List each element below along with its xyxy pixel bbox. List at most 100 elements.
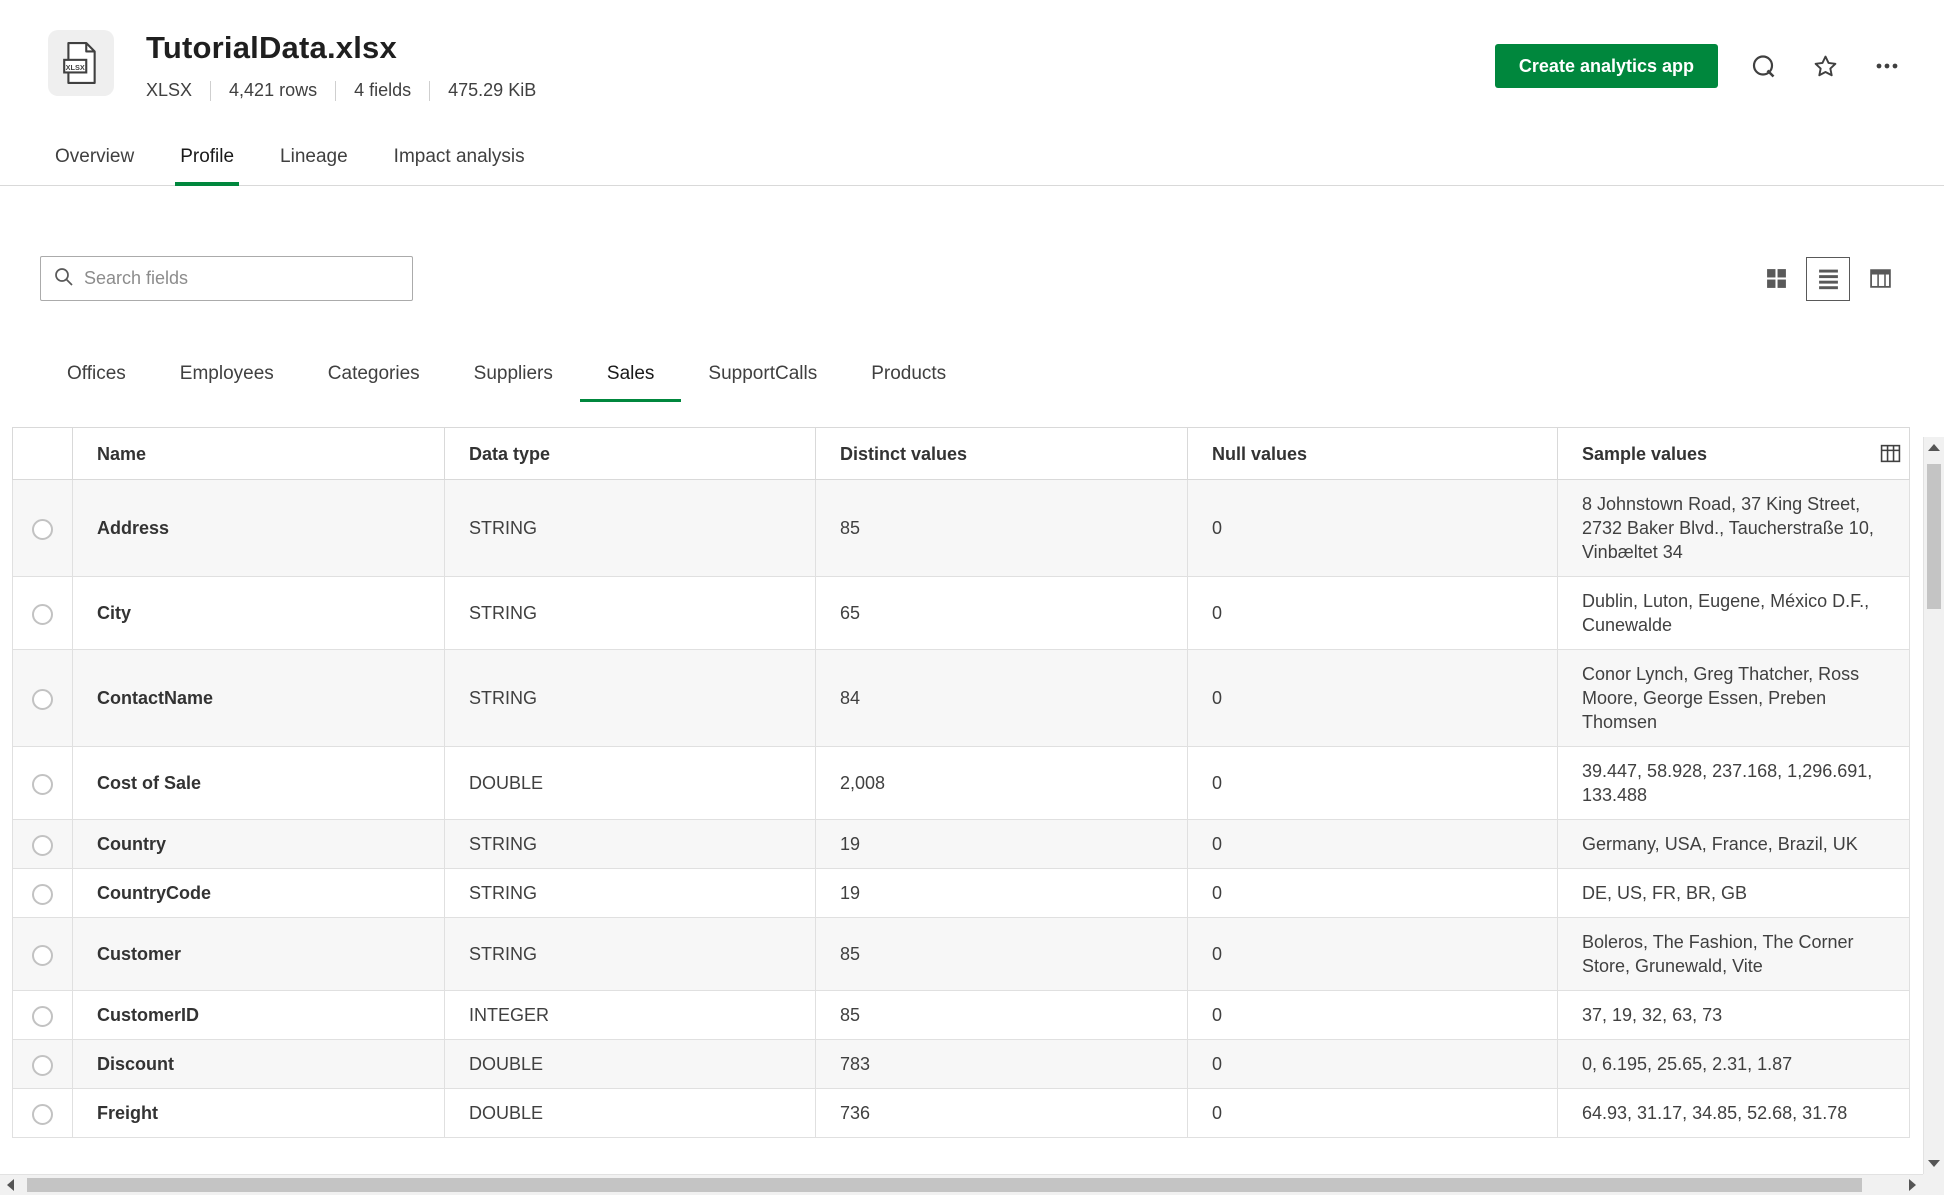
svg-text:XLSX: XLSX bbox=[66, 63, 85, 72]
field-null-values: 0 bbox=[1187, 819, 1558, 869]
vertical-scrollbar[interactable] bbox=[1923, 437, 1944, 1174]
scroll-right-arrow-icon[interactable] bbox=[1902, 1175, 1923, 1195]
field-null-values: 0 bbox=[1187, 576, 1558, 650]
table-view-icon[interactable] bbox=[1858, 257, 1902, 301]
row-select-radio[interactable] bbox=[32, 518, 53, 540]
fields-table-area: Name Data type Distinct values Null valu… bbox=[12, 427, 1910, 1138]
field-data-type: STRING bbox=[444, 576, 816, 650]
sheet-tab-sales[interactable]: Sales bbox=[579, 349, 682, 402]
field-name: City bbox=[72, 576, 445, 650]
row-select-radio[interactable] bbox=[32, 603, 53, 625]
select-column-header bbox=[12, 427, 73, 480]
row-select-radio[interactable] bbox=[32, 1005, 53, 1027]
file-info: TutorialData.xlsx XLSX 4,421 rows 4 fiel… bbox=[146, 30, 536, 101]
toolbar bbox=[0, 256, 1944, 301]
scroll-left-arrow-icon[interactable] bbox=[0, 1175, 21, 1195]
create-analytics-app-button[interactable]: Create analytics app bbox=[1494, 44, 1718, 88]
column-header-sample-values[interactable]: Sample values bbox=[1557, 427, 1910, 480]
field-sample-values: Dublin, Luton, Eugene, México D.F., Cune… bbox=[1557, 576, 1910, 650]
q-loop-icon[interactable] bbox=[1746, 49, 1780, 83]
table-row[interactable]: Freight DOUBLE 736 0 64.93, 31.17, 34.85… bbox=[12, 1088, 1910, 1138]
list-view-icon[interactable] bbox=[1806, 256, 1850, 301]
tab-overview[interactable]: Overview bbox=[32, 131, 157, 185]
sheet-tab-categories[interactable]: Categories bbox=[301, 349, 447, 401]
scrollbar-corner bbox=[1923, 1174, 1944, 1195]
horizontal-scroll-track[interactable] bbox=[21, 1175, 1902, 1195]
field-sample-values: DE, US, FR, BR, GB bbox=[1557, 868, 1910, 918]
field-name: CountryCode bbox=[72, 868, 445, 918]
column-header-data-type[interactable]: Data type bbox=[444, 427, 816, 480]
grid-view-icon[interactable] bbox=[1754, 257, 1798, 301]
ellipsis-menu-icon[interactable] bbox=[1870, 49, 1904, 83]
field-sample-values: 8 Johnstown Road, 37 King Street, 2732 B… bbox=[1557, 479, 1910, 577]
table-row[interactable]: Country STRING 19 0 Germany, USA, France… bbox=[12, 819, 1910, 869]
table-row[interactable]: ContactName STRING 84 0 Conor Lynch, Gre… bbox=[12, 649, 1910, 747]
field-distinct-values: 85 bbox=[815, 479, 1188, 577]
sheet-tab-products[interactable]: Products bbox=[844, 349, 973, 401]
row-select-radio[interactable] bbox=[32, 773, 53, 795]
column-header-name[interactable]: Name bbox=[72, 427, 445, 480]
meta-divider bbox=[210, 80, 212, 101]
horizontal-scroll-thumb[interactable] bbox=[27, 1178, 1862, 1192]
row-select-radio[interactable] bbox=[32, 883, 53, 905]
table-row[interactable]: CountryCode STRING 19 0 DE, US, FR, BR, … bbox=[12, 868, 1910, 918]
page-title: TutorialData.xlsx bbox=[146, 30, 397, 65]
search-icon bbox=[53, 266, 74, 292]
field-sample-values: 37, 19, 32, 63, 73 bbox=[1557, 990, 1910, 1040]
sheet-tab-supportcalls[interactable]: SupportCalls bbox=[681, 349, 844, 401]
sheet-tab-employees[interactable]: Employees bbox=[153, 349, 301, 401]
field-distinct-values: 19 bbox=[815, 819, 1188, 869]
scroll-up-arrow-icon[interactable] bbox=[1924, 437, 1944, 458]
file-header: XLSX TutorialData.xlsx XLSX 4,421 rows 4… bbox=[0, 0, 1944, 101]
scroll-down-arrow-icon[interactable] bbox=[1924, 1153, 1944, 1174]
star-icon[interactable] bbox=[1808, 49, 1842, 83]
sheet-tab-offices[interactable]: Offices bbox=[40, 349, 153, 401]
file-size: 475.29 KiB bbox=[448, 80, 537, 100]
field-null-values: 0 bbox=[1187, 990, 1558, 1040]
field-name: Customer bbox=[72, 917, 445, 991]
field-sample-values: Conor Lynch, Greg Thatcher, Ross Moore, … bbox=[1557, 649, 1910, 747]
search-input[interactable] bbox=[84, 268, 400, 289]
table-row[interactable]: Discount DOUBLE 783 0 0, 6.195, 25.65, 2… bbox=[12, 1039, 1910, 1089]
column-header-null-values[interactable]: Null values bbox=[1187, 427, 1558, 480]
sheet-tab-suppliers[interactable]: Suppliers bbox=[447, 349, 580, 401]
table-row[interactable]: CustomerID INTEGER 85 0 37, 19, 32, 63, … bbox=[12, 990, 1910, 1040]
field-distinct-values: 85 bbox=[815, 917, 1188, 991]
horizontal-scrollbar[interactable] bbox=[0, 1174, 1923, 1195]
row-select-radio[interactable] bbox=[32, 1103, 53, 1125]
field-data-type: STRING bbox=[444, 649, 816, 747]
field-data-type: DOUBLE bbox=[444, 746, 816, 820]
tab-impact-analysis[interactable]: Impact analysis bbox=[371, 131, 548, 185]
field-distinct-values: 783 bbox=[815, 1039, 1188, 1089]
field-name: ContactName bbox=[72, 649, 445, 747]
vertical-scroll-thumb[interactable] bbox=[1927, 464, 1941, 609]
vertical-scroll-track[interactable] bbox=[1924, 458, 1944, 1153]
field-name: Cost of Sale bbox=[72, 746, 445, 820]
row-select-radio[interactable] bbox=[32, 688, 53, 710]
field-name: Address bbox=[72, 479, 445, 577]
column-header-distinct-values[interactable]: Distinct values bbox=[815, 427, 1188, 480]
tab-profile[interactable]: Profile bbox=[157, 131, 257, 186]
table-row[interactable]: Address STRING 85 0 8 Johnstown Road, 37… bbox=[12, 479, 1910, 577]
header-actions: Create analytics app bbox=[1494, 30, 1904, 88]
field-name: Country bbox=[72, 819, 445, 869]
search-box[interactable] bbox=[40, 256, 413, 301]
field-null-values: 0 bbox=[1187, 649, 1558, 747]
field-null-values: 0 bbox=[1187, 746, 1558, 820]
table-row[interactable]: City STRING 65 0 Dublin, Luton, Eugene, … bbox=[12, 576, 1910, 650]
row-select-radio[interactable] bbox=[32, 944, 53, 966]
table-row[interactable]: Customer STRING 85 0 Boleros, The Fashio… bbox=[12, 917, 1910, 991]
column-picker-icon[interactable] bbox=[1876, 440, 1904, 468]
row-select-radio[interactable] bbox=[32, 834, 53, 856]
field-distinct-values: 65 bbox=[815, 576, 1188, 650]
row-select-radio[interactable] bbox=[32, 1054, 53, 1076]
tab-lineage[interactable]: Lineage bbox=[257, 131, 371, 185]
file-type: XLSX bbox=[146, 80, 193, 100]
field-distinct-values: 2,008 bbox=[815, 746, 1188, 820]
field-data-type: STRING bbox=[444, 479, 816, 577]
table-row[interactable]: Cost of Sale DOUBLE 2,008 0 39.447, 58.9… bbox=[12, 746, 1910, 820]
field-null-values: 0 bbox=[1187, 479, 1558, 577]
field-sample-values: 64.93, 31.17, 34.85, 52.68, 31.78 bbox=[1557, 1088, 1910, 1138]
field-name: CustomerID bbox=[72, 990, 445, 1040]
field-distinct-values: 19 bbox=[815, 868, 1188, 918]
